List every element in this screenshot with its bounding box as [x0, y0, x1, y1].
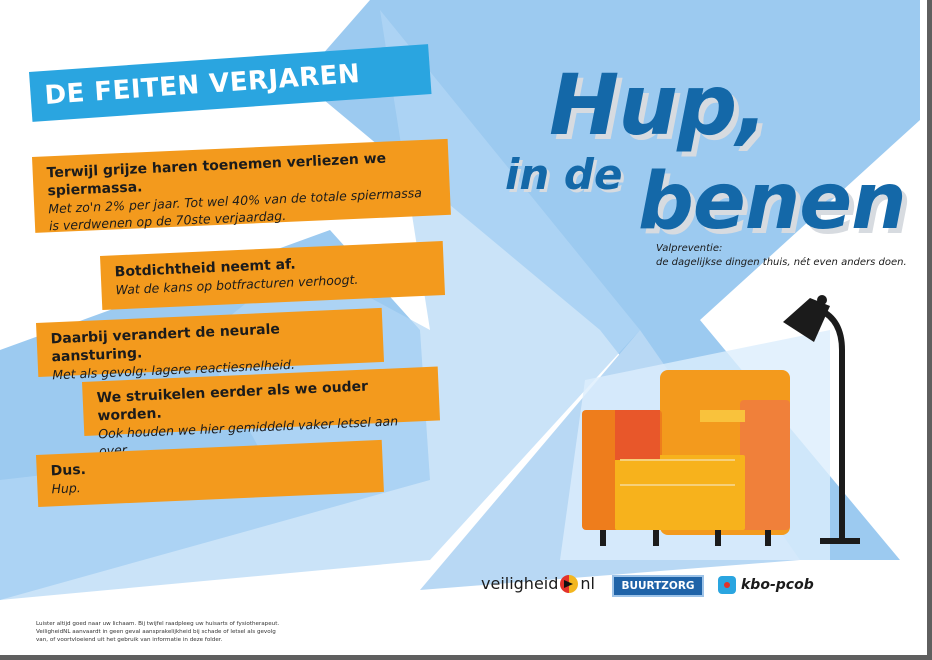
veiligheidnl-logo: veiligheid nl: [481, 574, 595, 593]
footer-line-3: van, of voortvloeiend uit het gebruik va…: [36, 637, 223, 643]
footer-line-2: VeiligheidNL aanvaardt in geen geval aan…: [36, 629, 276, 635]
veiligheid-arrow-icon: [560, 574, 579, 593]
poster-page: DE FEITEN VERJAREN NIET Terwijl grijze h…: [0, 0, 927, 655]
veiligheid-logo-text: veiligheid: [481, 574, 559, 593]
subtitle-line-1: Valpreventie:: [656, 243, 723, 254]
footer-line-1: Luister altijd goed naar uw lichaam. Bij…: [36, 621, 280, 627]
veiligheid-logo-nl: nl: [580, 574, 595, 593]
kbo-pcob-icon: [718, 576, 736, 594]
subtitle-line-2: de dagelijkse dingen thuis, nét even and…: [656, 257, 907, 268]
buurtzorg-logo: BUURTZORG: [612, 575, 704, 597]
title-benen: benen: [638, 157, 907, 247]
title-hup: Hup,: [549, 56, 768, 154]
title-in-de: in de: [505, 150, 623, 199]
kbo-pcob-logo: kbo-pcob: [718, 576, 814, 594]
kbo-pcob-text: kbo-pcob: [741, 577, 814, 593]
